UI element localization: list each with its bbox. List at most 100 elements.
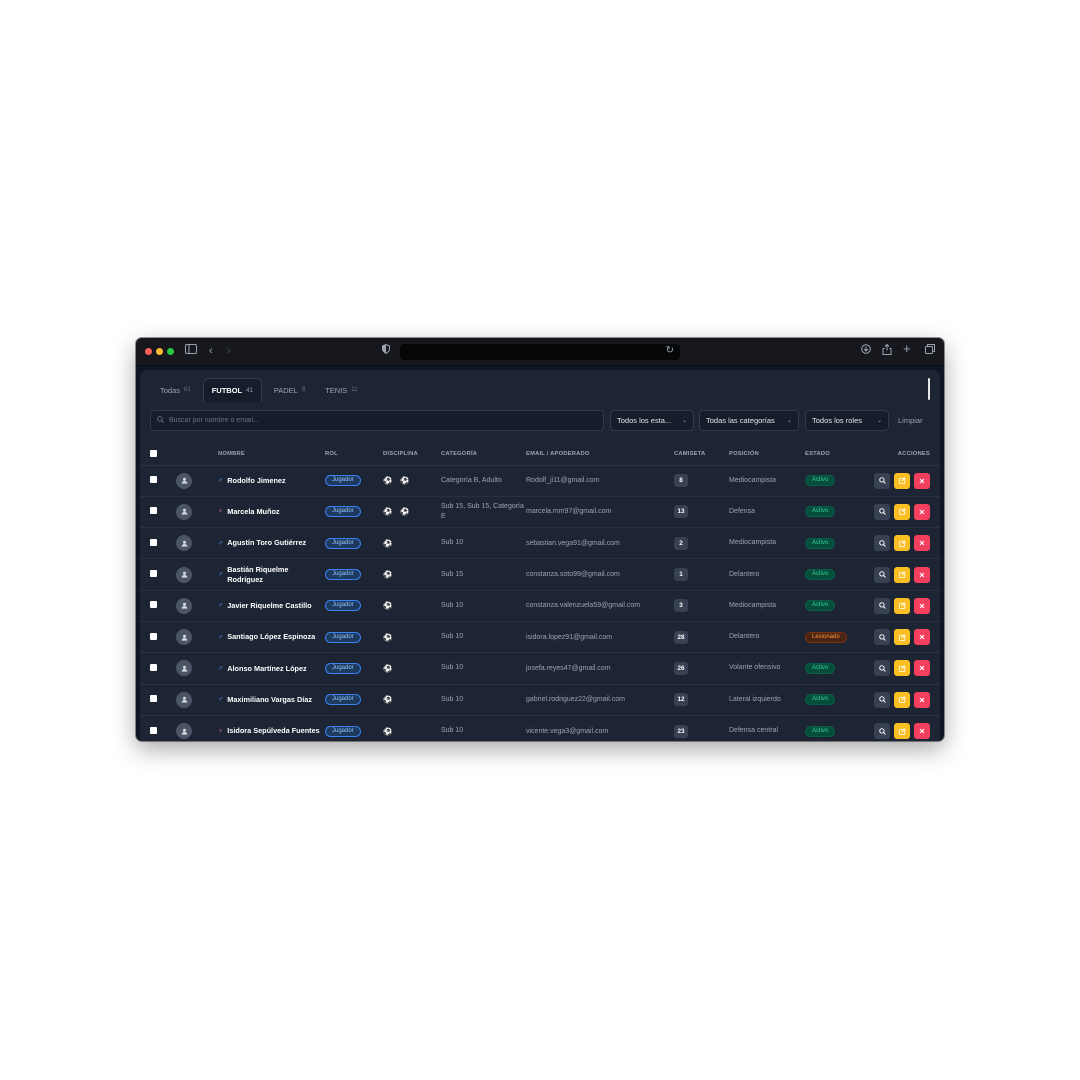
reload-icon[interactable]: ↻ [666,345,674,356]
edit-button[interactable] [894,472,910,489]
search-input[interactable] [169,417,589,424]
column-header-categoria[interactable]: CATEGORÍA [441,444,526,466]
row-checkbox[interactable] [150,695,157,703]
row-checkbox[interactable] [150,476,157,484]
row-checkbox[interactable] [150,726,157,734]
view-button[interactable] [874,503,890,520]
new-tab-icon[interactable]: + [903,342,911,356]
scroll-indicator[interactable] [928,378,930,400]
email-cell: sebastian.vega91@gmail.com [526,527,674,560]
delete-button[interactable] [914,629,930,646]
edit-button[interactable] [894,503,910,520]
player-name[interactable]: Alonso Martínez López [227,664,306,674]
gender-icon: ♂ [218,602,224,610]
tabs-overview-icon[interactable] [925,344,935,358]
view-button[interactable] [874,660,890,677]
delete-button[interactable] [914,723,930,740]
row-select-cell [140,684,172,716]
categoria-cell: Sub 15, Sub 15, Categoría E [441,496,526,529]
edit-button[interactable] [894,566,910,583]
rol-filter-select[interactable]: Todos los roles ⌄ [805,410,889,431]
row-checkbox[interactable] [150,663,157,671]
row-select-cell [140,558,172,591]
soccer-ball-icon: ⚽ ⚽ [383,507,413,517]
delete-button[interactable] [914,472,930,489]
delete-button[interactable] [914,597,930,614]
table-row[interactable]: ♂ Maximiliano Vargas Díaz Jugador ⚽ Sub … [140,684,940,716]
back-icon[interactable]: ‹ [209,344,213,358]
column-header-nombre[interactable]: NOMBRE [218,444,325,466]
tab-count: 8 [301,387,306,393]
view-button[interactable] [874,597,890,614]
tab-todas[interactable]: Todas 61 [152,378,199,402]
maximize-window-button[interactable] [167,348,174,355]
delete-button[interactable] [914,660,930,677]
player-name[interactable]: Maximiliano Vargas Díaz [227,695,312,705]
view-button[interactable] [874,691,890,708]
edit-button[interactable] [894,660,910,677]
email-cell: isidora.lopez91@gmail.com [526,621,674,654]
row-checkbox[interactable] [150,507,157,515]
row-checkbox[interactable] [150,570,157,578]
table-row[interactable]: ♂ Rodolfo Jimenez Jugador ⚽ ⚽ Categoría … [140,465,940,497]
download-icon[interactable] [861,344,871,358]
edit-button[interactable] [894,723,910,740]
player-name[interactable]: Rodolfo Jimenez [227,476,285,486]
player-name[interactable]: Santiago López Espinoza [227,632,315,642]
edit-button[interactable] [894,597,910,614]
column-header-email[interactable]: EMAIL / APODERADO [526,444,674,466]
delete-button[interactable] [914,503,930,520]
column-header-camiseta[interactable]: CAMISETA [674,444,729,466]
edit-button[interactable] [894,535,910,552]
forward-icon[interactable]: › [227,344,231,358]
edit-button[interactable] [894,691,910,708]
view-button[interactable] [874,566,890,583]
column-header-disciplina[interactable]: DISCIPLINA [383,444,441,466]
table-row[interactable]: ♂ Agustín Toro Gutiérrez Jugador ⚽ Sub 1… [140,527,940,560]
table-row[interactable]: ♀ Marcela Muñoz Jugador ⚽ ⚽ Sub 15, Sub … [140,496,940,529]
column-header-estado[interactable]: ESTADO [805,444,863,466]
row-checkbox[interactable] [150,632,157,640]
estado-filter-select[interactable]: Todos los esta... ⌄ [610,410,694,431]
tab-padel[interactable]: PADEL 8 [266,378,313,402]
column-header-posicion[interactable]: POSICIÓN [729,444,805,466]
delete-button[interactable] [914,535,930,552]
row-checkbox[interactable] [150,538,157,546]
rol-cell: Jugador [325,684,383,716]
player-name[interactable]: Bastián Riquelme Rodríguez [227,565,325,584]
table-row[interactable]: ♂ Alonso Martínez López Jugador ⚽ Sub 10… [140,652,940,685]
view-button[interactable] [874,535,890,552]
select-all-checkbox[interactable] [150,449,157,457]
table-row[interactable]: ♂ Bastián Riquelme Rodríguez Jugador ⚽ S… [140,558,940,591]
player-name[interactable]: Agustín Toro Gutiérrez [227,538,306,548]
tab-tenis[interactable]: TENIS 11 [317,378,365,402]
search-box[interactable] [150,410,604,431]
gender-icon: ♂ [218,477,224,485]
rol-badge: Jugador [325,631,361,643]
player-name[interactable]: Marcela Muñoz [227,507,279,517]
delete-button[interactable] [914,566,930,583]
gender-icon: ♂ [218,539,224,547]
address-bar[interactable]: ↻ [400,344,680,360]
row-checkbox[interactable] [150,601,157,609]
categoria-filter-select[interactable]: Todas las categorías ⌄ [699,410,799,431]
close-window-button[interactable] [145,348,152,355]
column-header-rol[interactable]: ROL [325,444,383,466]
tab-futbol[interactable]: FUTBOL 41 [202,378,262,402]
player-name[interactable]: Isidora Sepúlveda Fuentes [227,726,319,736]
edit-button[interactable] [894,629,910,646]
minimize-window-button[interactable] [156,348,163,355]
table-row[interactable]: ♂ Javier Riquelme Castillo Jugador ⚽ Sub… [140,590,940,622]
clear-filters-button[interactable]: Limpiar [898,416,923,425]
edit-icon [898,477,905,485]
player-name[interactable]: Javier Riquelme Castillo [227,601,311,611]
sidebar-icon[interactable] [185,344,197,358]
table-row[interactable]: ♂ Santiago López Espinoza Jugador ⚽ Sub … [140,621,940,654]
share-icon[interactable] [882,343,892,359]
view-button[interactable] [874,472,890,489]
view-button[interactable] [874,629,890,646]
delete-button[interactable] [914,691,930,708]
view-button[interactable] [874,723,890,740]
row-select-cell [140,496,172,529]
table-row[interactable]: ♀ Isidora Sepúlveda Fuentes Jugador ⚽ Su… [140,715,940,741]
